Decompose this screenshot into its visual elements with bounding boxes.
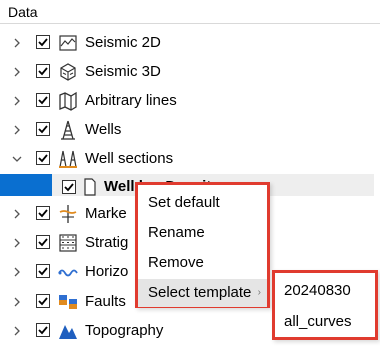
chevron-right-icon[interactable] <box>11 95 23 107</box>
chevron-right-icon[interactable] <box>11 266 23 278</box>
well-sections-icon <box>59 150 77 168</box>
tree-item-label: Marke <box>85 205 127 222</box>
seismic-3d-icon <box>60 63 76 81</box>
checkbox[interactable] <box>36 235 50 249</box>
chevron-right-icon[interactable] <box>11 325 23 337</box>
data-panel-header: Data <box>0 0 380 24</box>
tree-item-arbitrary-lines[interactable]: Arbitrary lines <box>0 87 380 116</box>
chevron-right-icon[interactable] <box>11 237 23 249</box>
tree-item-label: Well sections <box>85 150 174 167</box>
tree-item-seismic-2d[interactable]: Seismic 2D <box>0 29 380 58</box>
tree-item-wells[interactable]: Wells <box>0 116 380 145</box>
tree-item-label: Seismic 2D <box>85 34 161 51</box>
faults-icon <box>59 295 77 309</box>
checkbox[interactable] <box>62 180 76 194</box>
tree-item-seismic-3d[interactable]: Seismic 3D <box>0 58 380 87</box>
submenu-item-all-curves[interactable]: all_curves <box>275 307 375 337</box>
well-derrick-icon <box>61 120 75 140</box>
tree-item-label: Horizo <box>85 263 129 280</box>
seismic-2d-icon <box>59 35 77 51</box>
tree-item-label: Topography <box>85 322 164 339</box>
chevron-right-icon[interactable] <box>11 208 23 220</box>
menu-item-set-default[interactable]: Set default <box>138 189 267 217</box>
selection-indicator <box>0 174 52 196</box>
document-icon <box>84 178 96 196</box>
chevron-down-icon[interactable] <box>11 153 23 165</box>
horizons-icon <box>58 269 78 277</box>
chevron-right-icon[interactable] <box>11 37 23 49</box>
checkbox[interactable] <box>36 93 50 107</box>
checkbox[interactable] <box>36 151 50 165</box>
checkbox[interactable] <box>36 122 50 136</box>
menu-item-rename[interactable]: Rename <box>138 219 267 247</box>
submenu-item-20240830[interactable]: 20240830 <box>275 276 375 306</box>
chevron-right-icon[interactable] <box>11 66 23 78</box>
tree-item-label: Stratig <box>85 234 129 251</box>
template-submenu[interactable]: 20240830 all_curves <box>272 270 378 340</box>
checkbox[interactable] <box>36 264 50 278</box>
checkbox[interactable] <box>36 294 50 308</box>
topography-icon <box>59 325 77 339</box>
tree-item-label: Wells <box>85 121 122 138</box>
context-menu[interactable]: Set default Rename Remove Select templat… <box>135 182 270 308</box>
panel-title: Data <box>8 4 38 20</box>
markers-icon <box>59 205 77 223</box>
stratigraphy-icon <box>59 234 77 252</box>
chevron-right-icon[interactable] <box>11 296 23 308</box>
checkbox[interactable] <box>36 64 50 78</box>
tree-item-label: Arbitrary lines <box>85 92 177 109</box>
arbitrary-lines-icon <box>59 91 77 111</box>
checkbox[interactable] <box>36 206 50 220</box>
menu-item-remove[interactable]: Remove <box>138 249 267 277</box>
checkbox[interactable] <box>36 323 50 337</box>
chevron-right-icon[interactable] <box>11 124 23 136</box>
tree-item-label: Faults <box>85 293 126 310</box>
tree-item-label: Seismic 3D <box>85 63 161 80</box>
menu-item-select-template[interactable]: Select template › <box>138 279 267 307</box>
submenu-arrow-icon: › <box>257 287 261 298</box>
checkbox[interactable] <box>36 35 50 49</box>
